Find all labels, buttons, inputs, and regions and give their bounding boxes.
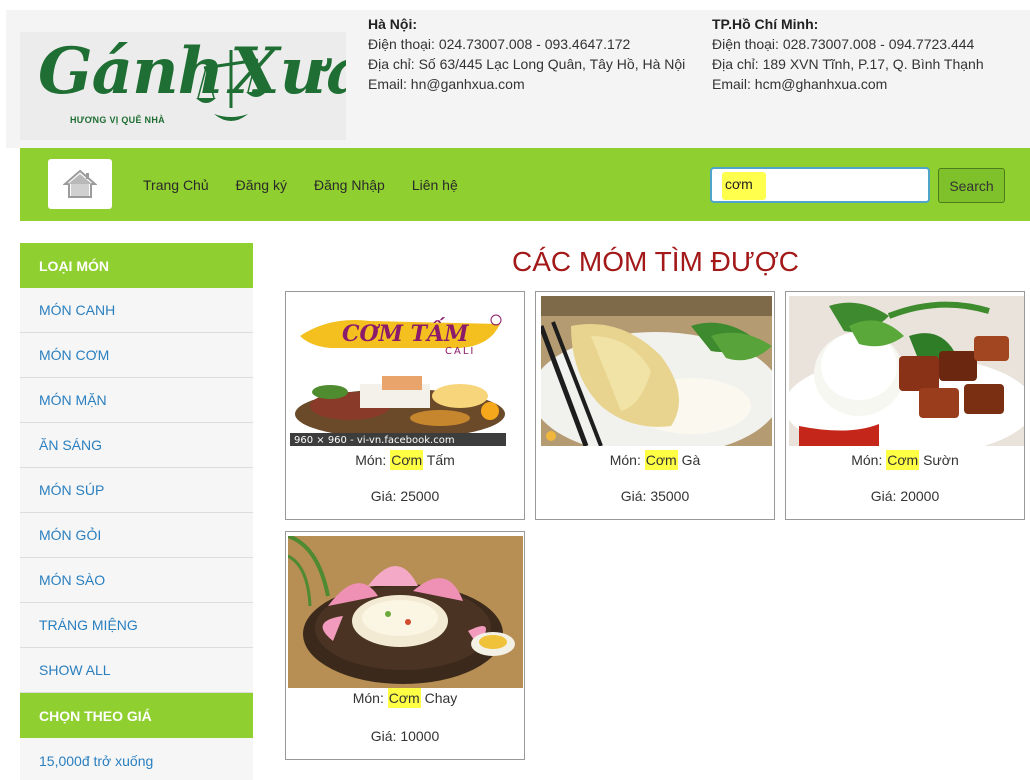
logo-brand-x-text: Xưa [230,34,346,109]
sidebar-item-man[interactable]: MÓN MẶN [20,378,253,423]
ganh-xua-logo[interactable]: Gánh Xưa HƯƠNG VỊ QUÊ NHÀ [20,32,346,140]
dish-price: Giá: 35000 [620,488,690,504]
dish-card-com-tam[interactable]: CƠM TẤM CALI 960 × 960 - vi-vn.facebook.… [285,291,525,520]
price-heading: CHỌN THEO GIÁ [20,693,253,738]
search-match-highlight: Cơm [390,450,424,470]
sidebar-item-canh[interactable]: MÓN CANH [20,288,253,333]
search-match-highlight: Cơm [886,450,920,470]
branch-address: Địa chỉ: 189 XVN Tĩnh, P.17, Q. Bình Thạ… [712,56,984,72]
image-caption: CƠM TẤM [342,317,469,347]
category-heading: LOẠI MÓN [20,243,253,288]
sidebar-item-an-sang[interactable]: ĂN SÁNG [20,423,253,468]
dish-price: Giá: 25000 [370,488,440,504]
home-button[interactable] [48,159,112,209]
branch-name: Hà Nội: [368,16,417,32]
dish-card-com-chay[interactable]: Món: Cơm Chay Giá: 10000 [285,531,525,760]
search-input-value: cơm [725,176,753,192]
nav-link-contact[interactable]: Liên hệ [412,177,458,193]
search-button[interactable]: Search [938,168,1005,203]
branch-address: Địa chỉ: Số 63/445 Lạc Long Quân, Tây Hồ… [368,56,686,72]
dish-card-com-suon[interactable]: Món: Cơm Sườn Giá: 20000 [785,291,1025,520]
dish-name: Món: Cơm Sườn [851,450,959,470]
dish-price: Giá: 10000 [370,728,440,744]
com-ga-photo [541,296,772,446]
sidebar-item-trang-mieng[interactable]: TRÁNG MIỆNG [20,603,253,648]
sidebar: LOẠI MÓN MÓN CANH MÓN CƠM MÓN MẶN ĂN SÁN… [20,243,253,780]
branch-email: Email: hn@ganhxua.com [368,76,525,92]
image-sub: CALI [445,346,475,357]
dish-image[interactable] [789,296,1024,446]
dish-image[interactable]: CƠM TẤM CALI 960 × 960 - vi-vn.facebook.… [290,296,521,446]
branch-phone: Điện thoại: 028.73007.008 - 094.7723.444 [712,36,975,52]
nav-links: Trang Chủ Đăng ký Đăng Nhập Liên hệ [143,148,485,221]
dish-name: Món: Cơm Chay [352,688,458,708]
com-chay-photo [288,536,523,688]
com-suon-photo [789,296,1024,446]
branch-phone: Điện thoại: 024.73007.008 - 093.4647.172 [368,36,631,52]
dish-name: Món: Cơm Tấm [355,450,455,470]
logo-tagline: HƯƠNG VỊ QUÊ NHÀ [70,115,165,125]
dish-card-com-ga[interactable]: Món: Cơm Gà Giá: 35000 [535,291,775,520]
nav-link-login[interactable]: Đăng Nhập [314,177,385,193]
sidebar-item-show-all[interactable]: SHOW ALL [20,648,253,693]
sidebar-item-com[interactable]: MÓN CƠM [20,333,253,378]
nav-link-home[interactable]: Trang Chủ [143,177,209,193]
results-title: CÁC MÓM TÌM ĐƯỢC [512,246,799,277]
branch-hcm: TP.Hồ Chí Minh: Điện thoại: 028.73007.00… [712,14,1022,94]
branch-hanoi: Hà Nội: Điện thoại: 024.73007.008 - 093.… [368,14,708,94]
branch-email: Email: hcm@ghanhxua.com [712,76,888,92]
home-icon [63,169,97,198]
price-option-15000[interactable]: 15,000đ trở xuống [20,738,253,780]
nav-link-register[interactable]: Đăng ký [236,177,287,193]
com-tam-photo: CƠM TẤM CALI 960 × 960 - vi-vn.facebook.… [290,296,521,446]
dish-name: Món: Cơm Gà [609,450,701,470]
image-watermark: 960 × 960 - vi-vn.facebook.com [294,435,455,446]
sidebar-item-sao[interactable]: MÓN SÀO [20,558,253,603]
dish-price: Giá: 20000 [870,488,940,504]
branch-name: TP.Hồ Chí Minh: [712,16,819,32]
main-navbar: Trang Chủ Đăng ký Đăng Nhập Liên hệ cơm … [20,148,1030,221]
sidebar-item-goi[interactable]: MÓN GỎI [20,513,253,558]
search-match-highlight: Cơm [644,450,678,470]
search-match-highlight: Cơm [387,688,421,708]
site-header: Gánh Xưa HƯƠNG VỊ QUÊ NHÀ Hà Nội: Điện t… [6,10,1030,148]
sidebar-item-sup[interactable]: MÓN SÚP [20,468,253,513]
dish-image[interactable] [541,296,772,446]
dish-image[interactable] [288,536,523,688]
